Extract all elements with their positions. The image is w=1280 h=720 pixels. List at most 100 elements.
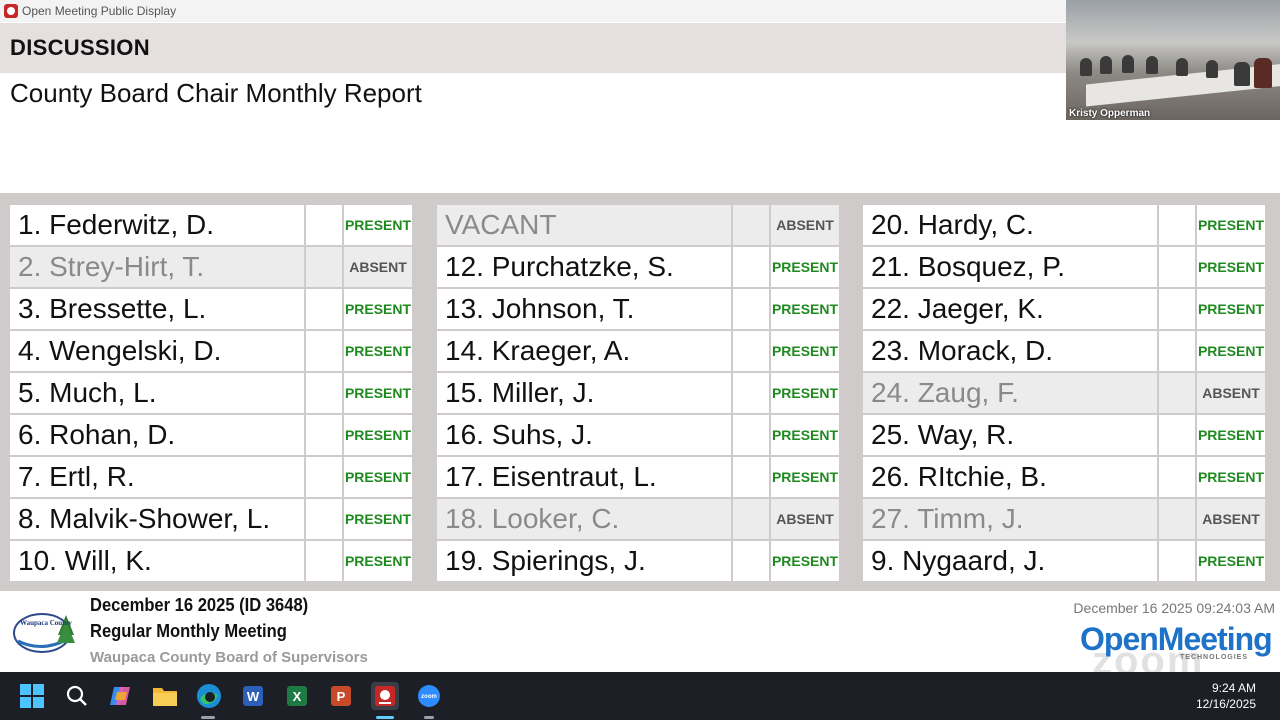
roll-call-row: 12. Purchatzke, S. PRESENT bbox=[437, 247, 843, 289]
member-vote-cell bbox=[731, 373, 769, 413]
member-status: ABSENT bbox=[769, 205, 839, 245]
svg-text:zoom: zoom bbox=[421, 694, 437, 700]
agenda-item-title: County Board Chair Monthly Report bbox=[10, 78, 422, 108]
roll-call-row: 25. Way, R. PRESENT bbox=[863, 415, 1269, 457]
openmeeting-brand: OpenMeeting bbox=[1080, 621, 1273, 657]
member-name: 3. Bressette, L. bbox=[10, 289, 304, 329]
roll-call-column-3: 20. Hardy, C. PRESENT 21. Bosquez, P. PRESE… bbox=[863, 205, 1269, 583]
clock-time: 9:24 AM bbox=[1211, 681, 1256, 695]
member-status: PRESENT bbox=[1195, 247, 1265, 287]
video-person bbox=[1206, 60, 1218, 78]
member-vote-cell bbox=[1157, 331, 1195, 371]
agenda-heading-band: DISCUSSION bbox=[0, 23, 1066, 73]
roll-call-row: 13. Johnson, T. PRESENT bbox=[437, 289, 843, 331]
member-name: 17. Eisentraut, L. bbox=[437, 457, 731, 497]
roll-call-row: 4. Wengelski, D. PRESENT bbox=[10, 331, 416, 373]
member-vote-cell bbox=[304, 415, 342, 455]
open-meeting-icon[interactable] bbox=[371, 682, 399, 710]
word-icon[interactable]: W bbox=[239, 682, 267, 710]
member-status: PRESENT bbox=[769, 457, 839, 497]
windows-start-icon[interactable] bbox=[18, 682, 46, 710]
member-vote-cell bbox=[304, 499, 342, 539]
member-status: PRESENT bbox=[342, 457, 412, 497]
roll-call-row: 21. Bosquez, P. PRESENT bbox=[863, 247, 1269, 289]
meeting-type: Regular Monthly Meeting bbox=[90, 621, 287, 641]
member-vote-cell bbox=[731, 247, 769, 287]
window-titlebar: Open Meeting Public Display bbox=[0, 0, 1066, 22]
county-logo-icon: Waupaca County bbox=[13, 613, 75, 653]
openmeeting-tagline: TECHNOLOGIES bbox=[1180, 654, 1249, 661]
member-vote-cell bbox=[731, 331, 769, 371]
excel-icon[interactable]: X bbox=[283, 682, 311, 710]
member-name: 20. Hardy, C. bbox=[863, 205, 1157, 245]
svg-text:P: P bbox=[337, 689, 346, 704]
member-name: 1. Federwitz, D. bbox=[10, 205, 304, 245]
roll-call-row: 23. Morack, D. PRESENT bbox=[863, 331, 1269, 373]
roll-call-row: 15. Miller, J. PRESENT bbox=[437, 373, 843, 415]
openmeeting-logo: OpenMeeting TECHNOLOGIES bbox=[1080, 621, 1273, 661]
roll-call-column-1: 1. Federwitz, D. PRESENT 2. Strey-Hirt, T.… bbox=[10, 205, 416, 583]
member-vote-cell bbox=[304, 205, 342, 245]
roll-call-row: 22. Jaeger, K. PRESENT bbox=[863, 289, 1269, 331]
open-meeting-active-indicator bbox=[376, 716, 394, 719]
member-name: 26. RItchie, B. bbox=[863, 457, 1157, 497]
member-status: PRESENT bbox=[1195, 415, 1265, 455]
member-status: PRESENT bbox=[1195, 289, 1265, 329]
roll-call-row: 14. Kraeger, A. PRESENT bbox=[437, 331, 843, 373]
member-name: 10. Will, K. bbox=[10, 541, 304, 581]
member-status: ABSENT bbox=[769, 499, 839, 539]
county-logo-text: Waupaca County bbox=[20, 619, 72, 627]
taskbar-clock[interactable]: 9:24 AM 12/16/2025 bbox=[1196, 680, 1256, 712]
roll-call-row: 3. Bressette, L. PRESENT bbox=[10, 289, 416, 331]
member-vote-cell bbox=[1157, 205, 1195, 245]
video-person bbox=[1146, 56, 1158, 74]
member-name: 13. Johnson, T. bbox=[437, 289, 731, 329]
member-name: 15. Miller, J. bbox=[437, 373, 731, 413]
member-status: PRESENT bbox=[342, 289, 412, 329]
meeting-board-name: Waupaca County Board of Supervisors bbox=[90, 649, 368, 666]
member-vote-cell bbox=[1157, 289, 1195, 329]
roll-call-row: 16. Suhs, J. PRESENT bbox=[437, 415, 843, 457]
member-vote-cell bbox=[1157, 499, 1195, 539]
member-name: 18. Looker, C. bbox=[437, 499, 731, 539]
roll-call-row: 26. RItchie, B. PRESENT bbox=[863, 457, 1269, 499]
roll-call-row: 7. Ertl, R. PRESENT bbox=[10, 457, 416, 499]
video-feed[interactable]: Kristy Opperman bbox=[1066, 0, 1280, 120]
member-name: 14. Kraeger, A. bbox=[437, 331, 731, 371]
member-vote-cell bbox=[304, 373, 342, 413]
copilot-icon[interactable] bbox=[107, 682, 135, 710]
roll-call-row: 20. Hardy, C. PRESENT bbox=[863, 205, 1269, 247]
roll-call-row: 19. Spierings, J. PRESENT bbox=[437, 541, 843, 583]
member-vote-cell bbox=[304, 541, 342, 581]
member-name: 12. Purchatzke, S. bbox=[437, 247, 731, 287]
member-vote-cell bbox=[304, 247, 342, 287]
member-status: PRESENT bbox=[1195, 457, 1265, 497]
member-status: PRESENT bbox=[769, 541, 839, 581]
member-status: PRESENT bbox=[769, 373, 839, 413]
member-status: ABSENT bbox=[1195, 373, 1265, 413]
video-person bbox=[1234, 62, 1250, 86]
member-name: VACANT bbox=[437, 205, 731, 245]
video-person bbox=[1254, 58, 1272, 88]
search-icon[interactable] bbox=[63, 682, 91, 710]
edge-icon[interactable] bbox=[195, 682, 223, 710]
member-status: PRESENT bbox=[1195, 541, 1265, 581]
roll-call-row: 17. Eisentraut, L. PRESENT bbox=[437, 457, 843, 499]
roll-call-row: 24. Zaug, F. ABSENT bbox=[863, 373, 1269, 415]
member-name: 24. Zaug, F. bbox=[863, 373, 1157, 413]
roll-call-row: 5. Much, L. PRESENT bbox=[10, 373, 416, 415]
member-name: 5. Much, L. bbox=[10, 373, 304, 413]
powerpoint-icon[interactable]: P bbox=[327, 682, 355, 710]
meeting-footer: Waupaca County December 16 2025 (ID 3648… bbox=[0, 591, 1280, 683]
video-participant-name: Kristy Opperman bbox=[1069, 108, 1151, 119]
zoom-icon[interactable]: zoom bbox=[415, 682, 443, 710]
member-name: 25. Way, R. bbox=[863, 415, 1157, 455]
member-vote-cell bbox=[731, 457, 769, 497]
member-status: PRESENT bbox=[769, 415, 839, 455]
video-person bbox=[1080, 58, 1092, 76]
roll-call-row: 2. Strey-Hirt, T. ABSENT bbox=[10, 247, 416, 289]
member-status: PRESENT bbox=[769, 331, 839, 371]
file-explorer-icon[interactable] bbox=[151, 682, 179, 710]
roll-call-row: 6. Rohan, D. PRESENT bbox=[10, 415, 416, 457]
member-name: 2. Strey-Hirt, T. bbox=[10, 247, 304, 287]
